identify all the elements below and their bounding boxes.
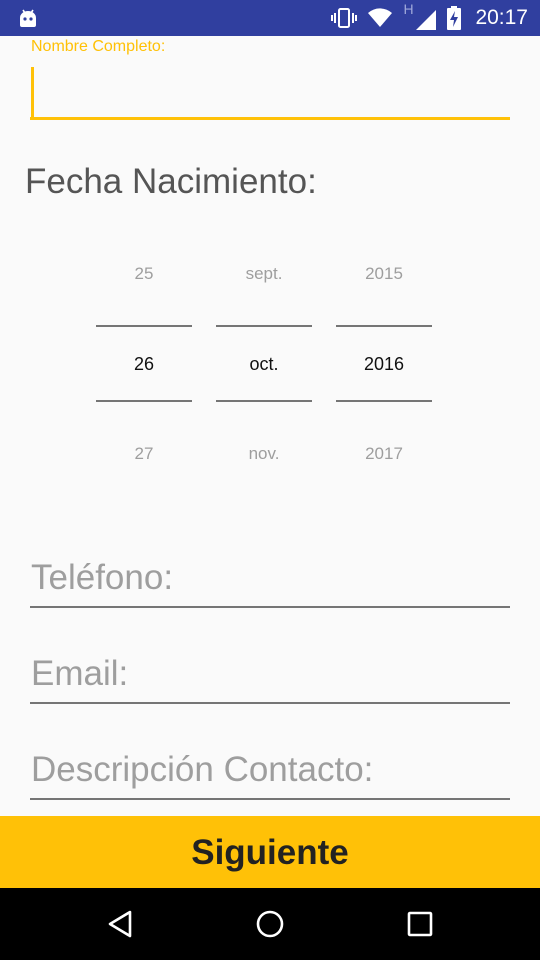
status-bar: H 20:17	[0, 0, 540, 36]
clock: 20:17	[475, 6, 528, 29]
birth-date-title: Fecha Nacimiento:	[25, 162, 317, 201]
picker-divider	[336, 400, 432, 402]
picker-divider	[96, 325, 192, 327]
wifi-icon	[368, 8, 393, 27]
next-button[interactable]: Siguiente	[0, 816, 540, 888]
month-next-value[interactable]: nov.	[216, 444, 312, 464]
picker-divider	[96, 400, 192, 402]
day-next-value[interactable]: 27	[96, 444, 192, 464]
month-selected-value[interactable]: oct.	[216, 354, 312, 375]
year-selected-value[interactable]: 2016	[336, 354, 432, 375]
email-placeholder: Email:	[31, 654, 129, 693]
text-cursor	[31, 67, 34, 117]
year-prev-value[interactable]: 2015	[336, 264, 432, 284]
email-input[interactable]: Email:	[30, 648, 510, 704]
phone-placeholder: Teléfono:	[31, 558, 174, 597]
year-next-value[interactable]: 2017	[336, 444, 432, 464]
day-prev-value[interactable]: 25	[96, 264, 192, 284]
battery-charging-icon	[447, 6, 462, 30]
day-selected-value[interactable]: 26	[96, 354, 192, 375]
vibrate-icon	[331, 8, 358, 28]
description-input[interactable]: Descripción Contacto:	[30, 744, 510, 800]
month-picker[interactable]: sept. oct. nov.	[216, 250, 312, 480]
name-input[interactable]	[30, 62, 510, 120]
signal-icon	[416, 10, 437, 30]
day-picker[interactable]: 25 26 27	[96, 250, 192, 480]
year-picker[interactable]: 2015 2016 2017	[336, 250, 432, 480]
back-icon[interactable]	[106, 909, 136, 939]
home-icon[interactable]	[255, 909, 285, 939]
picker-divider	[216, 400, 312, 402]
picker-divider	[216, 325, 312, 327]
android-robot-icon	[20, 9, 36, 27]
navigation-bar	[0, 888, 540, 960]
description-placeholder: Descripción Contacto:	[31, 750, 374, 789]
phone-input[interactable]: Teléfono:	[30, 552, 510, 608]
recents-icon[interactable]	[405, 909, 435, 939]
picker-divider	[336, 325, 432, 327]
month-prev-value[interactable]: sept.	[216, 264, 312, 284]
network-type-label: H	[403, 1, 414, 17]
name-field-label: Nombre Completo:	[31, 38, 166, 55]
